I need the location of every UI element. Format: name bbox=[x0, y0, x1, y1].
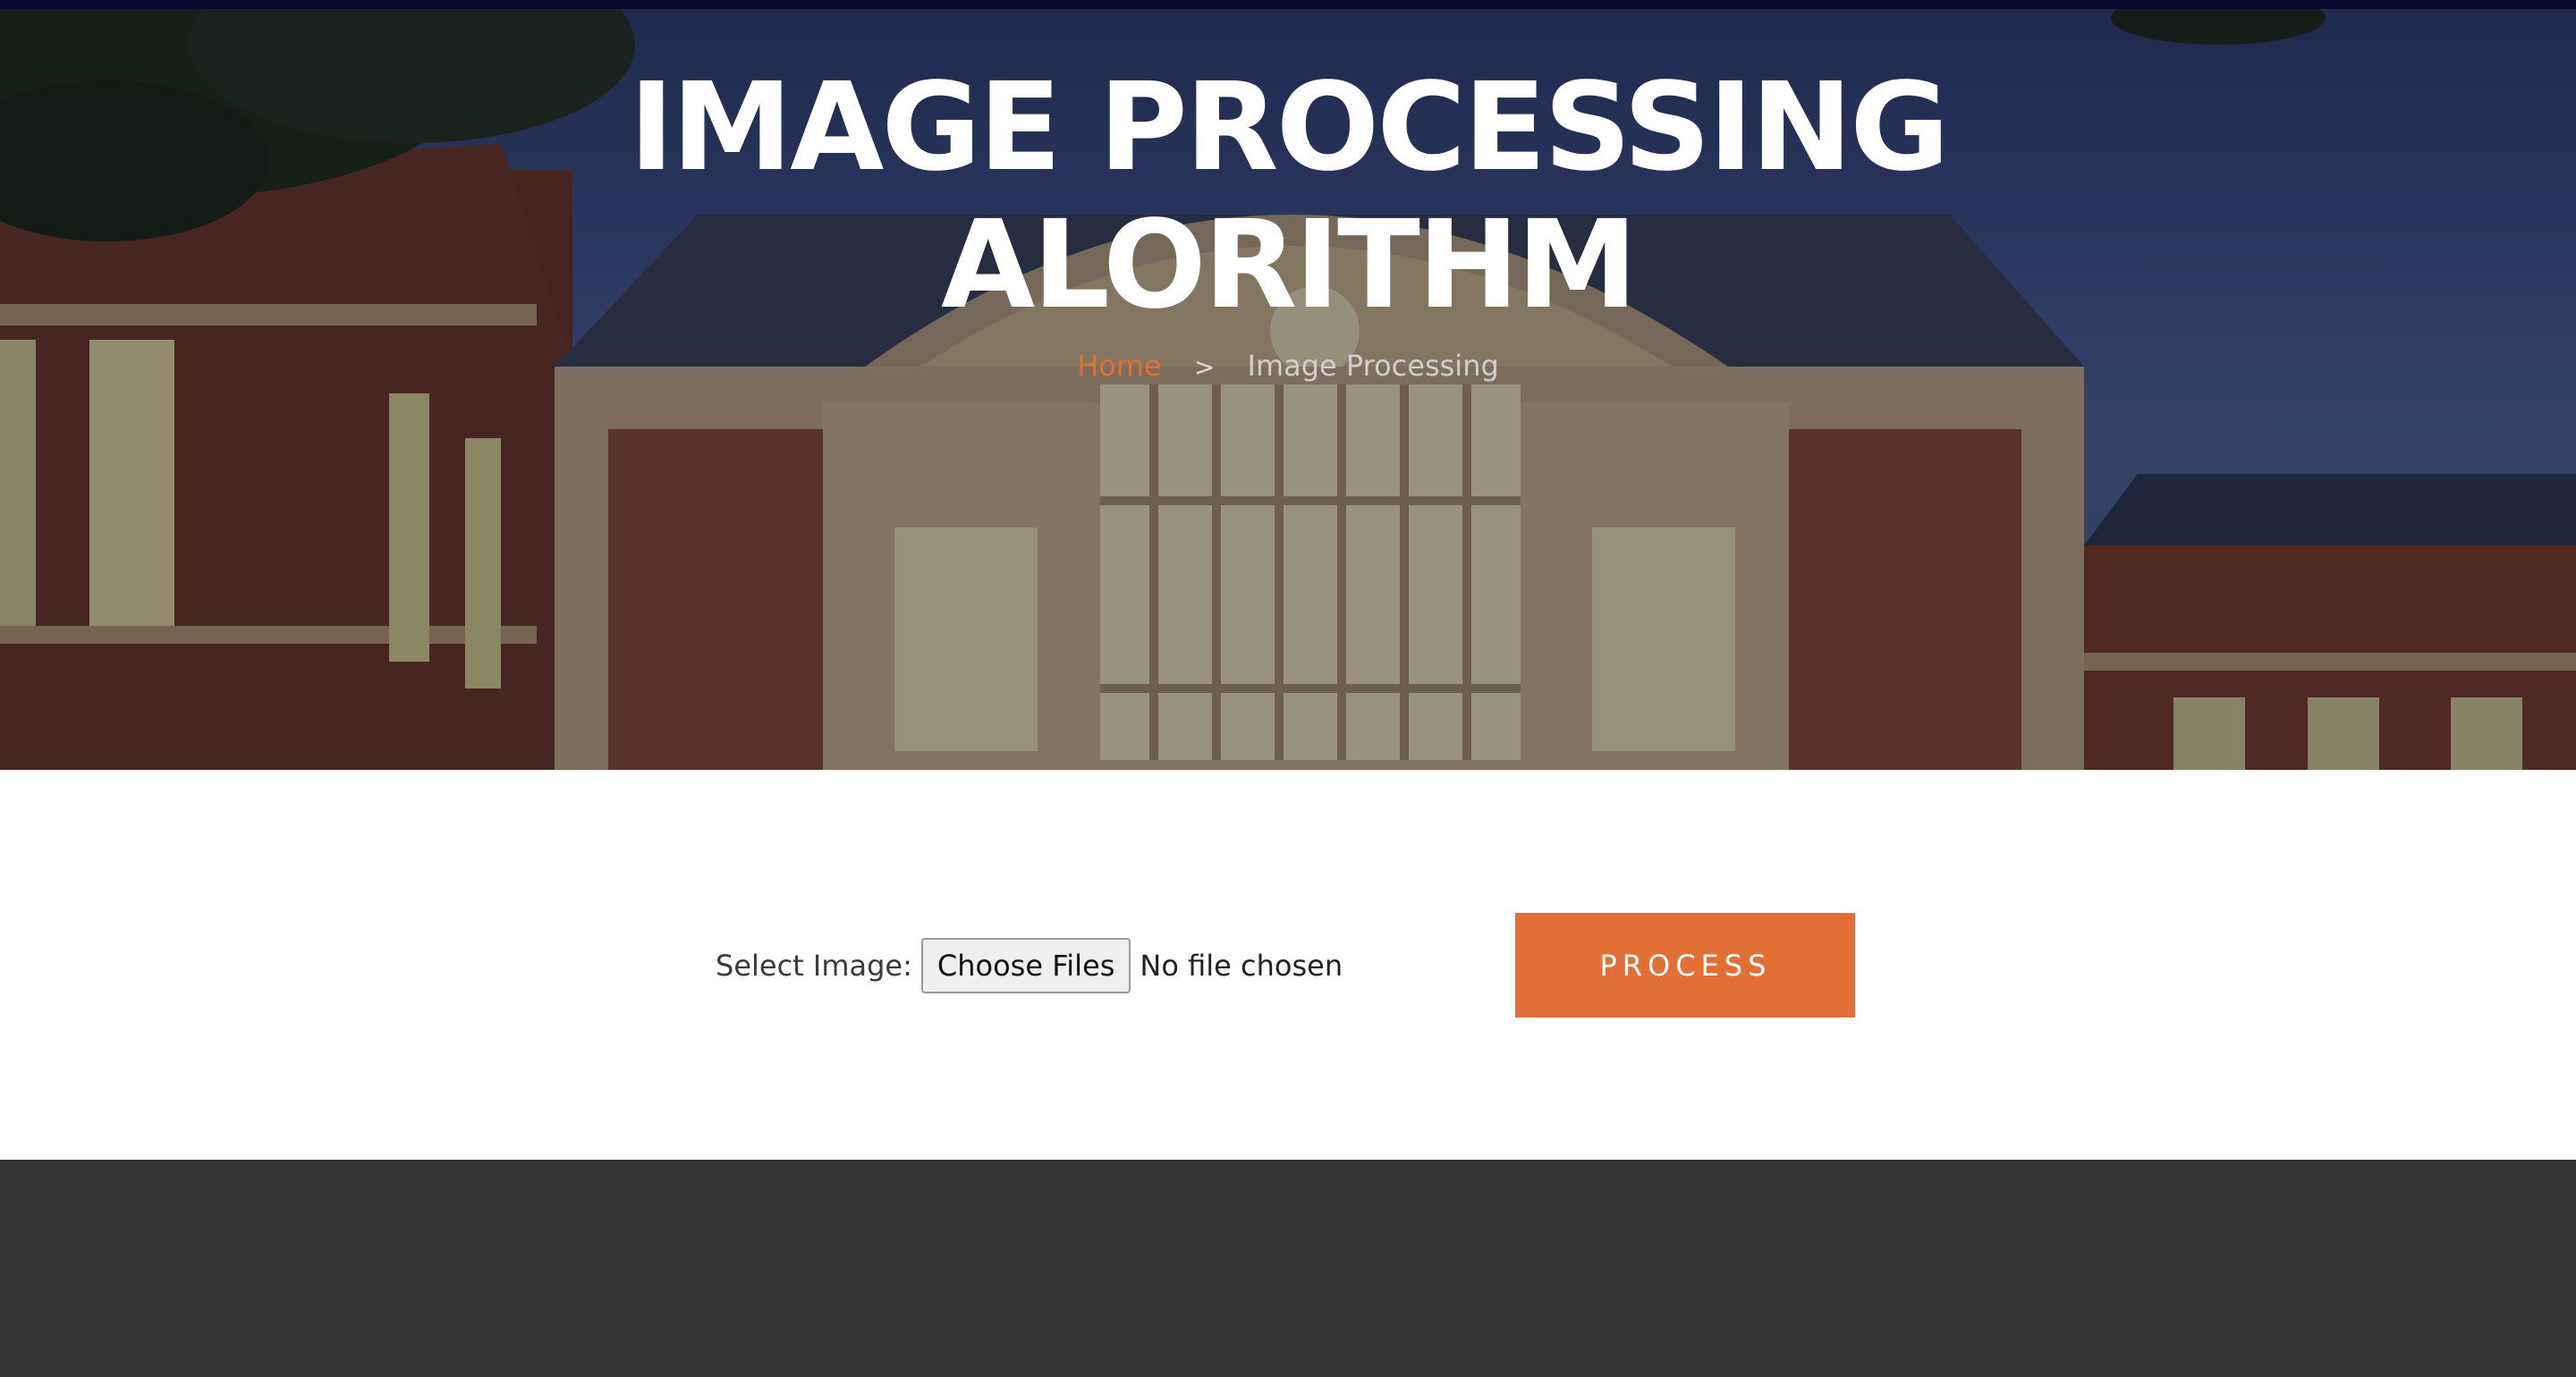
page-title-line-1: IMAGE PROCESSING bbox=[629, 57, 1950, 199]
breadcrumb-separator: > bbox=[1193, 352, 1216, 382]
choose-files-button[interactable]: Choose Files bbox=[920, 937, 1131, 993]
breadcrumb: Home > Image Processing bbox=[0, 349, 2576, 383]
footer bbox=[0, 1160, 2576, 1377]
page-title: IMAGE PROCESSING ALORITHM bbox=[0, 59, 2576, 334]
breadcrumb-home-link[interactable]: Home bbox=[1077, 349, 1162, 383]
hero-banner: IMAGE PROCESSING ALORITHM Home > Image P… bbox=[0, 9, 2576, 770]
breadcrumb-current: Image Processing bbox=[1247, 349, 1499, 383]
top-bar bbox=[0, 0, 2576, 9]
select-image-label: Select Image: bbox=[716, 948, 912, 983]
file-status-text: No file chosen bbox=[1140, 948, 1343, 983]
page-title-line-2: ALORITHM bbox=[941, 195, 1638, 336]
process-button[interactable]: PROCESS bbox=[1515, 913, 1856, 1018]
upload-form: Select Image: Choose Files No file chose… bbox=[716, 913, 1856, 1018]
